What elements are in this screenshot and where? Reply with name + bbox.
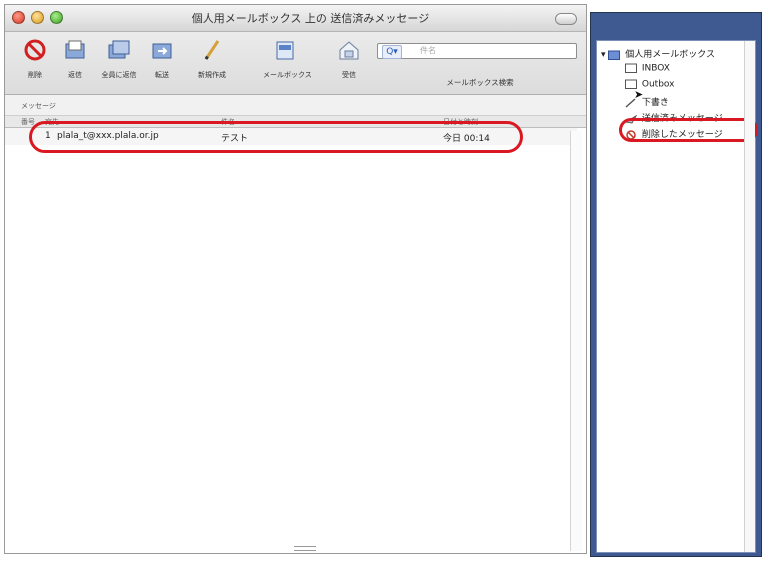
sent-folder-icon (624, 114, 638, 124)
inbox-folder-icon (625, 63, 637, 73)
mailbox-list-scrollbar[interactable] (744, 41, 755, 552)
folder-outbox[interactable]: Outbox (625, 79, 674, 90)
trash-icon (625, 129, 637, 140)
get-mail-button[interactable]: 受信 (327, 38, 371, 80)
search-label: メールボックス検索 (446, 78, 514, 87)
column-header-number[interactable]: 番号 (21, 117, 35, 127)
mailbox-drawer: ▾ 個人用メールボックス INBOX Outbox 下書き 送信済みメッセージ … (590, 12, 762, 557)
prohibit-icon (23, 38, 47, 62)
mail-stack-icon (107, 38, 131, 62)
mailbox-folder-icon (608, 50, 621, 60)
folder-trash-label: 削除したメッセージ (641, 130, 723, 140)
pencil-icon (200, 38, 224, 62)
mailbox-icon (273, 38, 297, 62)
message-number: 1 (45, 131, 51, 141)
reply-all-label: 全員に返信 (101, 71, 137, 79)
search-placeholder: 件名 (420, 46, 436, 55)
folder-sent-label: 送信済みメッセージ (641, 114, 723, 124)
split-resize-handle[interactable] (294, 546, 316, 551)
message-list-header: 番号 宛先 件名 日付と時刻 (5, 116, 586, 128)
forward-label: 転送 (155, 71, 169, 79)
toolbar-toggle-button[interactable] (555, 13, 577, 25)
disclosure-triangle-icon[interactable]: ▾ (601, 50, 606, 60)
close-window-button[interactable] (12, 11, 25, 24)
column-header-subject[interactable]: 件名 (221, 117, 235, 127)
message-row[interactable]: 1 plala_t@xxx.plala.or.jp テスト 今日 00:14 (5, 128, 577, 145)
mailbox-button[interactable]: メールボックス (263, 38, 312, 80)
message-section-label: メッセージ (21, 102, 56, 110)
mouse-cursor-icon: ➤ (634, 88, 644, 101)
reply-button[interactable]: 返信 (53, 38, 97, 80)
toolbar: 削除 返信 全員に返信 転送 新規作成 メールボックス 受信 Q▾ 件名 メール… (5, 32, 586, 95)
delete-button[interactable]: 削除 (13, 38, 57, 80)
message-subject: テスト (221, 134, 249, 144)
mailbox-root[interactable]: ▾ 個人用メールボックス (601, 47, 715, 60)
new-message-label: 新規作成 (198, 71, 226, 79)
column-header-date[interactable]: 日付と時刻 (443, 117, 478, 127)
reply-all-button[interactable]: 全員に返信 (97, 38, 141, 80)
folder-drafts[interactable]: 下書き (625, 95, 669, 108)
message-date: 今日 00:14 (443, 134, 490, 144)
folder-inbox[interactable]: INBOX (625, 63, 670, 74)
inbox-icon (337, 38, 361, 62)
mail-window: 個人用メールボックス 上の 送信済みメッセージ 削除 返信 全員に返信 転送 新… (4, 4, 587, 554)
message-section-header: メッセージ (5, 95, 586, 116)
search-icon[interactable]: Q▾ (382, 45, 402, 59)
column-header-to[interactable]: 宛先 (45, 117, 59, 127)
forward-icon (150, 38, 174, 62)
window-title: 個人用メールボックス 上の 送信済みメッセージ (191, 12, 430, 25)
folder-inbox-label: INBOX (641, 63, 670, 74)
delete-label: 削除 (28, 71, 42, 79)
mailbox-list: ▾ 個人用メールボックス INBOX Outbox 下書き 送信済みメッセージ … (596, 40, 758, 553)
message-recipient: plala_t@xxx.plala.or.jp (57, 131, 159, 141)
folder-sent[interactable]: 送信済みメッセージ (624, 111, 723, 124)
new-message-button[interactable]: 新規作成 (190, 38, 234, 80)
forward-button[interactable]: 転送 (140, 38, 184, 80)
title-bar[interactable]: 個人用メールボックス 上の 送信済みメッセージ (5, 5, 586, 32)
minimize-window-button[interactable] (31, 11, 44, 24)
get-mail-label: 受信 (342, 71, 356, 79)
zoom-window-button[interactable] (50, 11, 63, 24)
mailbox-label: メールボックス (263, 71, 312, 79)
folder-outbox-label: Outbox (641, 79, 675, 90)
mail-icon (63, 38, 87, 62)
mailbox-search-field[interactable]: Q▾ 件名 (377, 43, 577, 59)
message-list-scrollbar[interactable] (570, 131, 582, 551)
mailbox-root-label: 個人用メールボックス (625, 50, 716, 60)
reply-label: 返信 (68, 71, 82, 79)
folder-drafts-label: 下書き (641, 98, 669, 108)
folder-trash[interactable]: 削除したメッセージ (625, 127, 723, 140)
